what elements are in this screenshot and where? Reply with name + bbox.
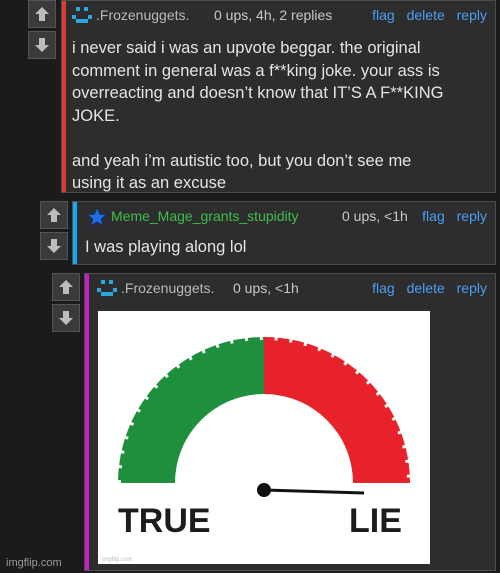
- comment-1: .Frozenuggets. 0 ups, 4h, 2 replies flag…: [28, 0, 496, 193]
- comment-image[interactable]: TRUE LIE imgflip.com: [98, 311, 430, 564]
- downvote-button[interactable]: [28, 31, 56, 59]
- image-credit: imgflip.com: [102, 557, 132, 563]
- comment-text: i never said i was an upvote beggar. the…: [72, 37, 443, 195]
- downvote-button[interactable]: [52, 304, 80, 332]
- vote-box: [28, 0, 58, 62]
- flag-link[interactable]: flag: [372, 7, 395, 23]
- upvote-button[interactable]: [28, 0, 56, 28]
- comment-body: Meme_Mage_grants_stupidity 0 ups, <1h fl…: [72, 201, 496, 265]
- true-label: TRUE: [118, 502, 211, 540]
- pixel-face-icon[interactable]: [70, 5, 94, 25]
- comment-header: Meme_Mage_grants_stupidity 0 ups, <1h fl…: [73, 206, 495, 228]
- arrow-down-icon: [47, 239, 61, 253]
- arrow-down-icon: [35, 38, 49, 52]
- pixel-face-icon[interactable]: [95, 278, 119, 298]
- delete-link[interactable]: delete: [407, 7, 445, 23]
- comment-meta: 0 ups, <1h: [342, 208, 408, 224]
- thread-accent-bar: [62, 1, 66, 192]
- delete-link[interactable]: delete: [407, 280, 445, 296]
- comment-2: Meme_Mage_grants_stupidity 0 ups, <1h fl…: [40, 201, 496, 265]
- comment-meta: 0 ups, <1h: [233, 280, 299, 296]
- flag-link[interactable]: flag: [372, 280, 395, 296]
- lie-label: LIE: [349, 502, 402, 540]
- comment-body: .Frozenuggets. 0 ups, <1h flag delete re…: [84, 273, 496, 571]
- comment-body: .Frozenuggets. 0 ups, 4h, 2 replies flag…: [61, 0, 496, 193]
- comment-text-line: [72, 127, 443, 150]
- true-lie-gauge-image: TRUE LIE imgflip.com: [102, 334, 413, 563]
- reply-link[interactable]: reply: [457, 7, 487, 23]
- reply-link[interactable]: reply: [457, 208, 487, 224]
- downvote-button[interactable]: [40, 232, 68, 260]
- comment-actions: flag delete reply: [366, 280, 487, 296]
- arrow-up-icon: [47, 208, 61, 222]
- comment-header: .Frozenuggets. 0 ups, <1h flag delete re…: [85, 278, 495, 300]
- gauge-lie-segment: [264, 337, 410, 483]
- comment-text-line: and yeah i’m autistic too, but you don’t…: [72, 151, 412, 170]
- thread-accent-bar: [85, 274, 89, 570]
- comment-meta: 0 ups, 4h, 2 replies: [214, 7, 333, 23]
- upvote-button[interactable]: [52, 273, 80, 301]
- comment-text-line: comment in general was a f**king joke. y…: [72, 61, 440, 80]
- gauge-needle: [263, 488, 365, 495]
- username-link[interactable]: Meme_Mage_grants_stupidity: [111, 208, 299, 224]
- arrow-up-icon: [35, 7, 49, 21]
- comment-text-line: using it as an excuse: [72, 174, 227, 192]
- vote-box: [40, 201, 70, 263]
- reply-link[interactable]: reply: [457, 280, 487, 296]
- username-link[interactable]: .Frozenuggets.: [121, 280, 214, 296]
- star-icon[interactable]: [87, 207, 107, 227]
- comment-text-line: i never said i was an upvote beggar. the…: [72, 39, 421, 57]
- upvote-button[interactable]: [40, 201, 68, 229]
- arrow-up-icon: [59, 280, 73, 294]
- gauge-pivot: [257, 483, 271, 497]
- comment-text-line: JOKE.: [72, 106, 120, 125]
- comment-actions: flag delete reply: [366, 7, 487, 23]
- comment-actions: flag reply: [416, 208, 487, 224]
- comment-header: .Frozenuggets. 0 ups, 4h, 2 replies flag…: [62, 5, 495, 27]
- arrow-down-icon: [59, 311, 73, 325]
- comment-3: .Frozenuggets. 0 ups, <1h flag delete re…: [52, 273, 496, 571]
- vote-box: [52, 273, 82, 335]
- comment-text: I was playing along lol: [85, 238, 247, 256]
- comment-text-line: overreacting and doesn’t know that IT’S …: [72, 84, 444, 102]
- username-link[interactable]: .Frozenuggets.: [96, 7, 189, 23]
- imgflip-watermark: imgflip.com: [6, 557, 62, 569]
- flag-link[interactable]: flag: [422, 208, 445, 224]
